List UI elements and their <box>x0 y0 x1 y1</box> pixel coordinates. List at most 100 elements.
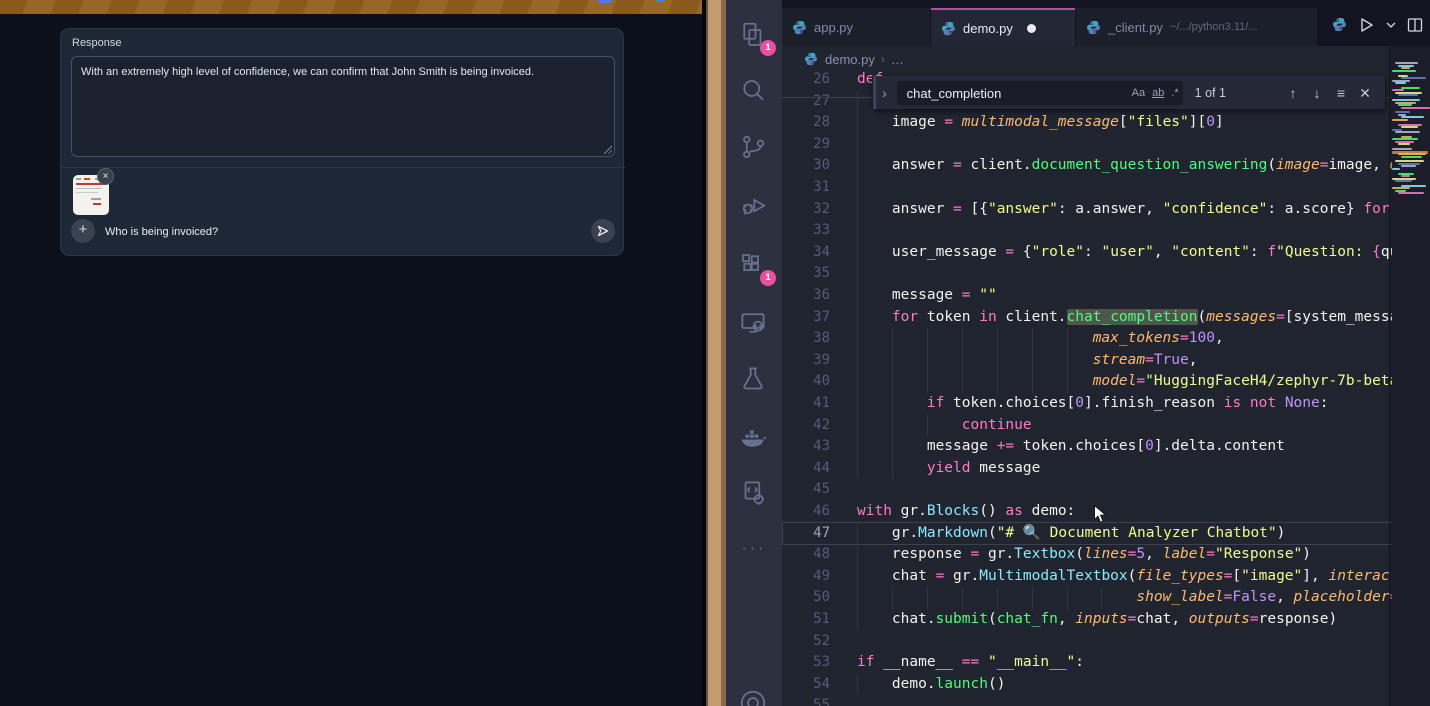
minimap-line <box>1401 165 1416 167</box>
code-line: 33 <box>782 220 1392 242</box>
code-line: 29 <box>782 134 1392 156</box>
run-python-file-button[interactable] <box>1356 15 1376 40</box>
minimap-line <box>1398 153 1426 155</box>
minimap-line <box>1398 192 1424 194</box>
find-results-count: 1 of 1 <box>1195 86 1226 100</box>
code-line: 43 message += token.choices[0].delta.con… <box>782 436 1392 458</box>
extensions-icon[interactable]: 1 <box>738 250 770 282</box>
desktop-gap <box>706 0 726 706</box>
chat-text-input[interactable] <box>103 217 537 247</box>
minimap-line <box>1401 156 1422 158</box>
run-dropdown-chevron-icon[interactable] <box>1385 18 1397 36</box>
tab-apppy[interactable]: app.py <box>782 8 930 46</box>
code-editor[interactable]: 26def2728 image = multimodal_message["fi… <box>782 72 1430 706</box>
breadcrumb-more[interactable]: … <box>891 52 904 67</box>
response-label: Response <box>72 37 122 49</box>
run-debug-icon[interactable] <box>738 190 770 222</box>
code-line: 37 for token in client.chat_completion(m… <box>782 307 1392 329</box>
code-line: 55 <box>782 695 1392 706</box>
minimap-line <box>1401 77 1426 79</box>
wallpaper-fragment <box>598 0 612 3</box>
code-line: 35 <box>782 263 1392 285</box>
mouse-cursor <box>1093 504 1108 530</box>
response-textarea[interactable]: With an extremely high level of confiden… <box>71 56 615 157</box>
breadcrumb: demo.py › … <box>782 46 1430 72</box>
match-case-toggle[interactable]: Aa <box>1132 87 1145 99</box>
breadcrumb-separator: › <box>881 52 885 66</box>
find-close-button[interactable]: ✕ <box>1353 85 1377 102</box>
docker-icon[interactable] <box>738 422 770 454</box>
minimap-line <box>1392 168 1400 170</box>
split-editor-icon[interactable] <box>1406 16 1424 39</box>
wallpaper-fragment <box>656 0 665 2</box>
code-line: 32 answer = [{"answer": a.answer, "confi… <box>782 199 1392 221</box>
editor-group: app.py demo.py _client.py~/.../python3.11/… <box>782 0 1430 706</box>
tab-clientpy[interactable]: _client.py~/.../python3.11/... <box>1076 8 1334 46</box>
minimap-line <box>1392 99 1420 101</box>
find-next-button[interactable]: ↓ <box>1305 85 1329 101</box>
python-icon <box>941 21 956 36</box>
tab-bar: app.py demo.py _client.py~/.../python3.11/… <box>782 0 1430 46</box>
code-line: 38 max_tokens=100, <box>782 328 1392 350</box>
minimap-line <box>1401 175 1410 177</box>
whole-word-toggle[interactable]: ab <box>1152 87 1164 99</box>
minimap-line <box>1398 94 1418 96</box>
code-line: 53if __name__ == "__main__": <box>782 652 1392 674</box>
send-button[interactable] <box>591 219 615 243</box>
search-icon[interactable] <box>738 76 770 108</box>
more-actions-icon[interactable]: ··· <box>738 540 770 572</box>
gradio-panel: Response With an extremely high level of… <box>60 28 624 256</box>
dev-container-icon[interactable] <box>738 478 770 510</box>
testing-beaker-icon[interactable] <box>738 364 770 396</box>
minimap-line <box>1395 131 1420 133</box>
python-icon <box>804 52 818 66</box>
code-line: 52 <box>782 631 1392 653</box>
code-line: 48 response = gr.Textbox(lines=5, label=… <box>782 544 1392 566</box>
code-line: 44 yield message <box>782 458 1392 480</box>
python-icon <box>792 20 807 35</box>
find-previous-button[interactable]: ↑ <box>1281 85 1305 101</box>
tab-demopy[interactable]: demo.py <box>931 8 1075 46</box>
code-line: 49 chat = gr.MultimodalTextbox(file_type… <box>782 566 1392 588</box>
minimap-line <box>1401 107 1430 109</box>
find-in-selection-button[interactable]: ≡ <box>1329 85 1353 101</box>
code-line: 34 user_message = {"role": "user", "cont… <box>782 242 1392 264</box>
code-line: 28 image = multimodal_message["files"][0… <box>782 112 1392 134</box>
editor-actions <box>1317 8 1430 46</box>
source-control-icon[interactable] <box>738 132 770 164</box>
code-line: 54 demo.launch() <box>782 674 1392 696</box>
vscode-window: 1 1 <box>726 0 1430 706</box>
find-input[interactable] <box>905 81 1099 107</box>
tab-label: app.py <box>814 20 853 35</box>
regex-toggle[interactable]: .* <box>1171 87 1178 99</box>
code-line: 50 show_label=False, placeholder= <box>782 587 1392 609</box>
find-input-box: Aa ab .* <box>897 81 1183 105</box>
breadcrumb-file[interactable]: demo.py <box>825 52 875 67</box>
minimap-line <box>1398 104 1412 106</box>
wallpaper-strip <box>0 0 706 14</box>
code-line: 51 chat.submit(chat_fn, inputs=chat, out… <box>782 609 1392 631</box>
find-widget: › Aa ab .* 1 of 1 ↑ ↓ ≡ ✕ <box>872 76 1386 110</box>
minimap[interactable] <box>1392 60 1430 200</box>
remove-image-button[interactable]: × <box>97 168 114 185</box>
code-line: 42 continue <box>782 415 1392 437</box>
activity-bar: 1 1 <box>726 0 782 706</box>
code-line: 47 gr.Markdown("# 🔍 Document Analyzer Ch… <box>782 522 1392 546</box>
attach-file-button[interactable]: + <box>71 219 95 243</box>
code-line: 30 answer = client.document_question_ans… <box>782 155 1392 177</box>
code-line: 45 <box>782 479 1392 501</box>
account-icon[interactable] <box>738 688 770 706</box>
minimap-rail[interactable] <box>1389 46 1430 706</box>
minimap-line <box>1395 82 1406 84</box>
python-icon <box>1332 17 1347 37</box>
remote-explorer-icon[interactable] <box>738 308 770 340</box>
tab-label: demo.py <box>963 21 1013 36</box>
browser-window: Response With an extremely high level of… <box>0 0 706 706</box>
code-line: 36 message = "" <box>782 285 1392 307</box>
minimap-line <box>1395 180 1412 182</box>
code-line: 39 stream=True, <box>782 350 1392 372</box>
minimap-line <box>1398 143 1410 145</box>
find-widget-sash[interactable] <box>873 76 876 109</box>
explorer-icon[interactable]: 1 <box>738 20 770 52</box>
toggle-replace-chevron-icon[interactable]: › <box>882 85 887 101</box>
